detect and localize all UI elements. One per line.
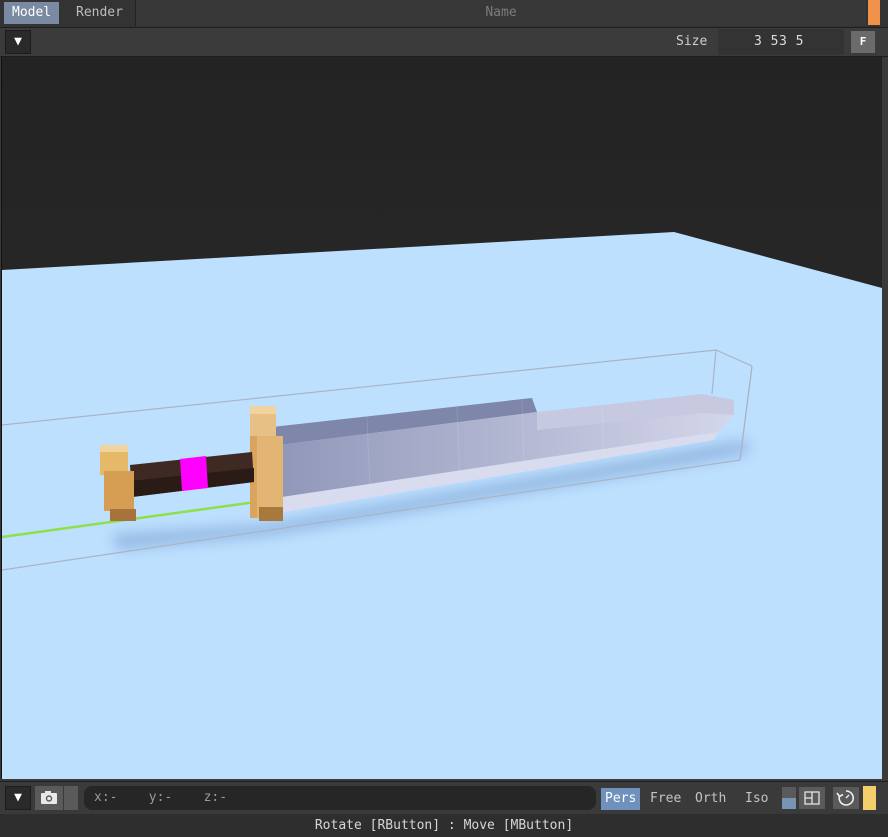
- view-panel-button[interactable]: [782, 787, 796, 809]
- handle-gem: [180, 456, 208, 491]
- color-swatch-yellow[interactable]: [863, 786, 876, 810]
- camera-button[interactable]: [35, 786, 63, 810]
- size-field[interactable]: 3 53 5: [718, 29, 844, 55]
- grid-toggle-button[interactable]: [799, 787, 825, 809]
- mode-pers-button[interactable]: Pers: [601, 788, 641, 810]
- coordinate-readout: x:- y:- z:-: [84, 786, 596, 810]
- fit-button[interactable]: F: [851, 31, 875, 53]
- name-field-placeholder: Name: [485, 5, 517, 20]
- reset-view-icon: [836, 790, 854, 806]
- tab-render[interactable]: Render: [68, 2, 131, 24]
- panel-color-icon: [782, 798, 796, 809]
- status-bar: Rotate [RButton] : Move [MButton]: [0, 814, 888, 837]
- camera-options-button[interactable]: [64, 786, 78, 810]
- model-toolbar: ▼ Size 3 53 5 F: [0, 28, 888, 57]
- color-swatch-orange[interactable]: [868, 0, 880, 25]
- mode-free-button[interactable]: Free: [646, 788, 685, 810]
- name-field[interactable]: Name: [135, 0, 866, 26]
- viewport-toolbar: ▼ x:- y:- z:- Pers Free Orth Iso: [0, 781, 888, 814]
- top-tab-bar: Model Render Name: [0, 0, 888, 28]
- reset-view-button[interactable]: [833, 787, 859, 809]
- menu-dropdown-icon[interactable]: ▼: [5, 30, 31, 54]
- scene-render: [2, 57, 882, 779]
- grid-icon: [804, 791, 820, 805]
- camera-icon: [41, 791, 57, 804]
- size-label: Size: [676, 34, 708, 49]
- mode-iso-button[interactable]: Iso: [741, 788, 772, 810]
- 3d-viewport[interactable]: [1, 57, 882, 779]
- tab-model[interactable]: Model: [4, 2, 60, 24]
- mode-orth-button[interactable]: Orth: [691, 788, 730, 810]
- view-menu-dropdown-icon[interactable]: ▼: [5, 786, 31, 810]
